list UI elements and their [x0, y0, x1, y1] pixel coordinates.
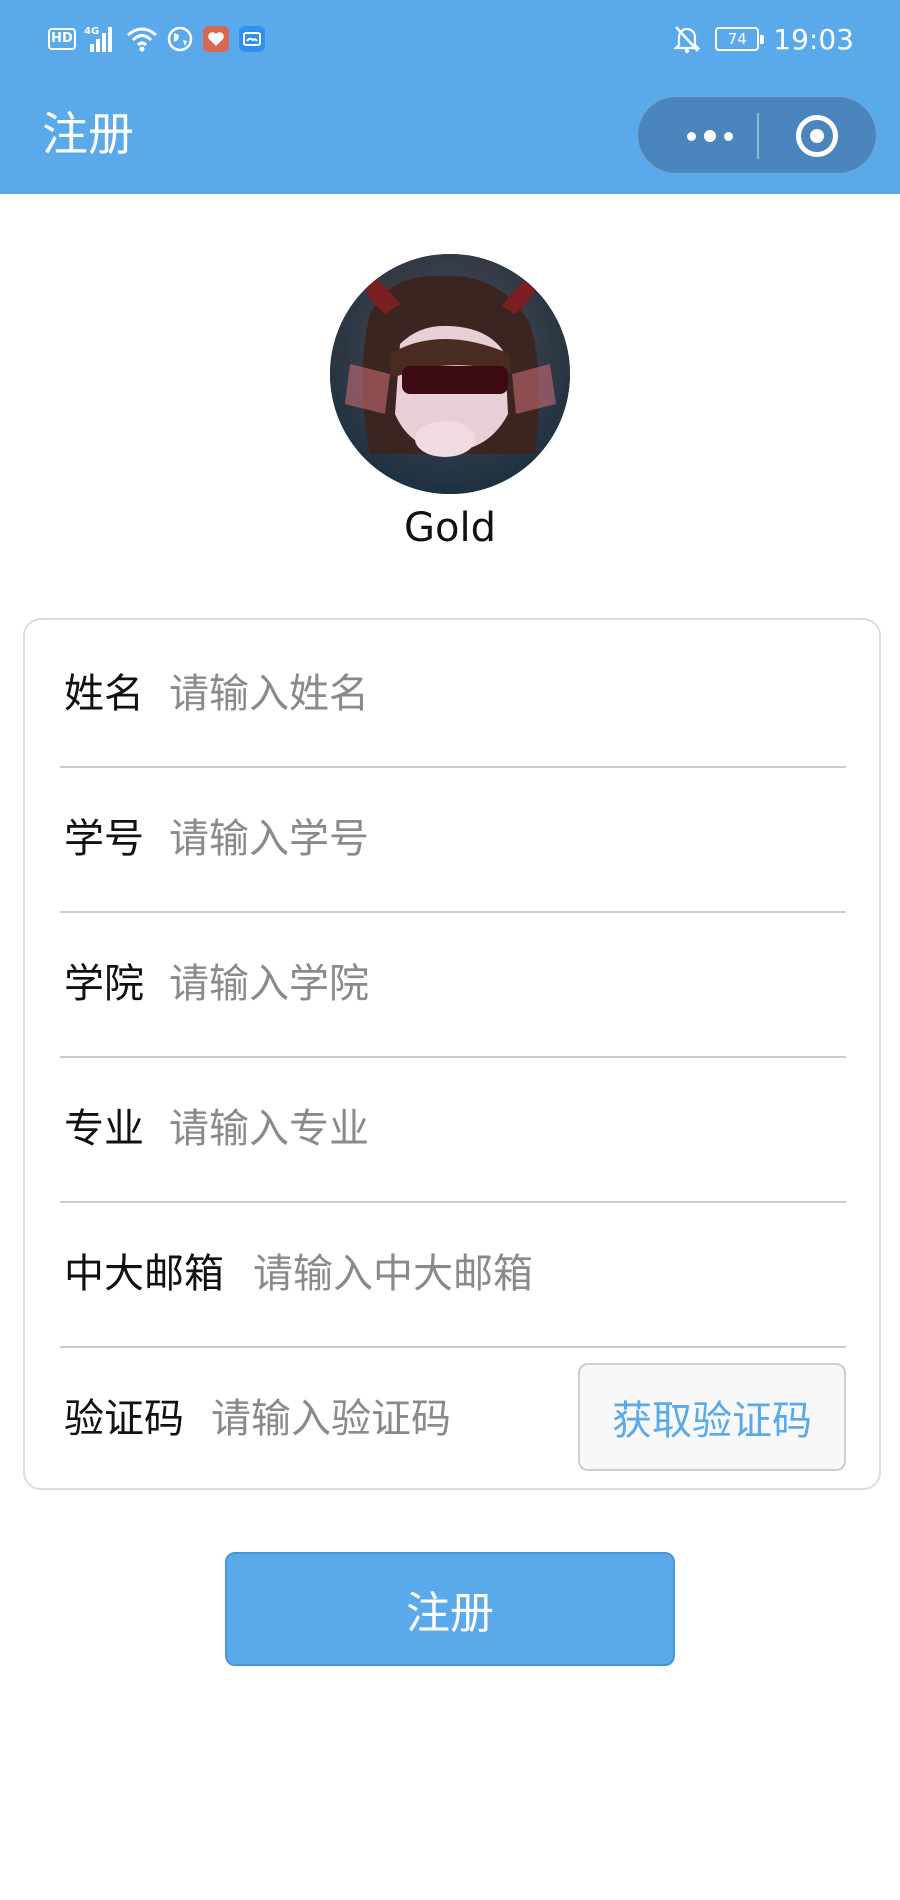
username: Gold: [404, 505, 496, 551]
globe-icon: [166, 24, 194, 54]
network-type-label: 4G: [84, 26, 99, 37]
major-label: 专业: [64, 1106, 144, 1152]
notifications-off-icon: [673, 24, 701, 54]
more-icon[interactable]: [674, 97, 746, 175]
status-bar: HD 4G 74 19:03: [0, 0, 900, 78]
college-label: 学院: [64, 961, 144, 1007]
verification-code-input[interactable]: [211, 1391, 551, 1447]
major-input[interactable]: [169, 1101, 809, 1157]
get-code-button[interactable]: 获取验证码: [578, 1363, 846, 1471]
form-row-college: 学院: [37, 910, 823, 1055]
register-button[interactable]: 注册: [225, 1552, 675, 1666]
signal-4g-icon: 4G: [84, 24, 118, 54]
status-time: 19:03: [773, 22, 854, 56]
form-row-name: 姓名: [37, 620, 823, 765]
student-id-label: 学号: [64, 816, 144, 862]
capsule-divider: [757, 113, 759, 159]
name-input[interactable]: [169, 666, 809, 722]
status-right-icons: 74 19:03: [673, 20, 854, 58]
form-row-student-id: 学号: [37, 765, 823, 910]
avatar[interactable]: [330, 254, 570, 494]
miniprogram-capsule: [637, 96, 877, 174]
status-left-icons: HD 4G: [48, 22, 266, 56]
student-id-input[interactable]: [169, 811, 809, 867]
header-bar: HD 4G 74 19:03 注册: [0, 0, 900, 194]
college-input[interactable]: [169, 956, 809, 1012]
health-app-icon: [202, 24, 230, 54]
avatar-image: [330, 254, 570, 494]
verification-label: 验证码: [64, 1396, 184, 1442]
form-row-major: 专业: [37, 1055, 823, 1200]
form-row-email: 中大邮箱: [37, 1200, 823, 1345]
email-label: 中大邮箱: [64, 1251, 224, 1297]
battery-icon: 74: [715, 27, 765, 51]
weather-app-icon: [238, 24, 266, 54]
hd-icon: HD: [48, 28, 76, 50]
wifi-icon: [126, 24, 158, 54]
email-input[interactable]: [253, 1246, 809, 1302]
page-title: 注册: [42, 107, 134, 161]
name-label: 姓名: [64, 671, 144, 717]
close-target-icon[interactable]: [796, 115, 838, 157]
